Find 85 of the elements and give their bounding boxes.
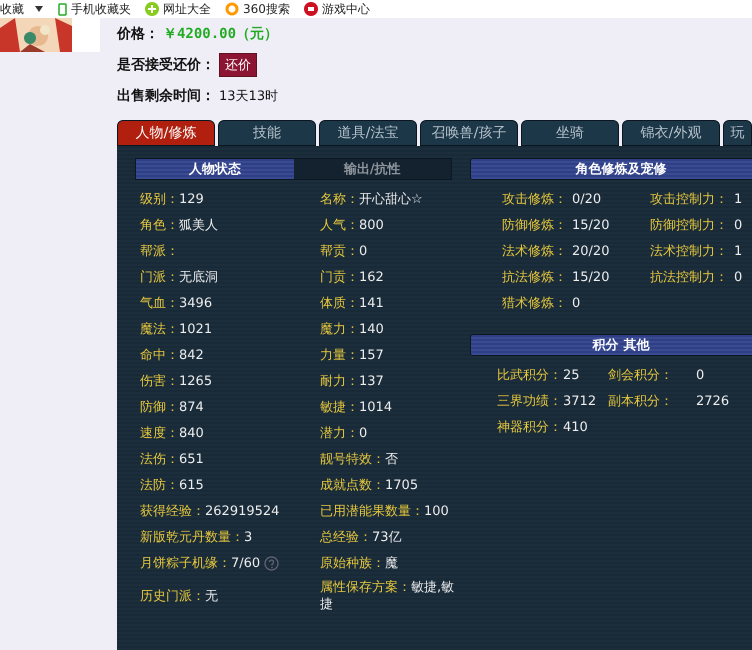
bargain-label: 是否接受还价：: [117, 56, 215, 74]
stat-label: 抗法修炼：: [502, 269, 567, 286]
tab[interactable]: 技能: [218, 120, 316, 146]
ring-icon: [225, 2, 239, 16]
stat-text: 已用潜能果数量：100: [320, 502, 449, 520]
stat-text: 属性保存方案：敏捷,敏捷: [320, 579, 455, 613]
bargain-button[interactable]: 还价: [219, 53, 257, 77]
tab[interactable]: 坐骑: [521, 120, 619, 146]
tab[interactable]: 召唤兽/孩子: [420, 120, 518, 146]
subtab[interactable]: 人物状态: [136, 159, 294, 179]
stat-value: 15/20: [572, 270, 610, 284]
stat-text: 防御：874: [140, 398, 204, 416]
stat-value: 0: [734, 218, 742, 232]
stat-text: 气血：3496: [140, 294, 212, 312]
stat-text: 新版乾元丹数量：3: [140, 528, 252, 546]
stat-text: 法防：615: [140, 476, 204, 494]
stat-text: 法伤：651: [140, 450, 204, 468]
stat-label: 猎术修炼：: [502, 295, 567, 312]
stat-label: 剑会积分：: [608, 367, 673, 384]
bookmark-link[interactable]: 游戏中心: [322, 0, 370, 18]
stat-text: 门贡：162: [320, 268, 384, 286]
stat-text: 命中：842: [140, 346, 204, 364]
stat-label: 防御控制力：: [650, 217, 728, 234]
tab[interactable]: 道具/法宝: [319, 120, 417, 146]
stat-value: 1: [734, 244, 742, 258]
stat-text: 魔力：140: [320, 320, 384, 338]
price-value: ￥4200.00（元）: [163, 25, 278, 43]
stat-text: 耐力：137: [320, 372, 384, 390]
stat-text: 历史门派：无: [140, 588, 218, 604]
bookmark-link[interactable]: 网址大全: [163, 0, 211, 18]
stat-value: 1: [734, 192, 742, 206]
stat-text: 原始种族：魔: [320, 554, 398, 572]
stat-value: 2726: [696, 394, 730, 408]
stat-text: 角色：狐美人: [140, 216, 218, 234]
stat-text: 门派：无底洞: [140, 268, 218, 286]
bookmark-link[interactable]: 手机收藏夹: [71, 0, 131, 18]
stat-value: 3712: [563, 394, 596, 408]
stat-value: 20/20: [572, 244, 610, 258]
stat-text: 敏捷：1014: [320, 398, 392, 416]
stat-text: 力量：157: [320, 346, 384, 364]
tab[interactable]: 人物/修炼: [117, 120, 215, 146]
stat-text: 人气：800: [320, 216, 384, 234]
phone-icon: [58, 2, 67, 16]
stat-text: 帮贡：0: [320, 242, 368, 260]
price-label: 价格：: [117, 25, 159, 43]
stat-label: 神器积分：: [497, 419, 562, 436]
stat-text: 潜力：0: [320, 424, 368, 442]
stat-text: 名称：开心甜心☆: [320, 190, 423, 208]
stat-label: 比武积分：: [497, 367, 562, 384]
stat-value: 0/20: [572, 192, 602, 206]
time-label: 出售剩余时间：: [117, 87, 215, 105]
stat-value: 25: [563, 368, 580, 382]
tab[interactable]: 锦衣/外观: [622, 120, 720, 146]
section-header: 角色修炼及宠修: [470, 158, 752, 180]
stat-text: 伤害：1265: [140, 372, 212, 390]
bookmark-link[interactable]: 360搜索: [243, 0, 290, 18]
bookmark-link[interactable]: 收藏: [0, 0, 24, 18]
stat-text: 帮派：: [140, 242, 179, 260]
caret-icon[interactable]: [34, 5, 44, 13]
stat-text: 速度：840: [140, 424, 204, 442]
stat-text: 靓号特效：否: [320, 450, 398, 468]
stat-label: 攻击修炼：: [502, 191, 567, 208]
stat-value: 0: [734, 270, 742, 284]
stat-label: 法术修炼：: [502, 243, 567, 260]
stat-value: 0: [572, 296, 580, 310]
help-icon[interactable]: [264, 556, 280, 570]
stat-label: 抗法控制力：: [650, 269, 728, 286]
stat-label: 法术控制力：: [650, 243, 728, 260]
stat-text: 魔法：1021: [140, 320, 212, 338]
stat-text: 获得经验：262919524: [140, 502, 280, 520]
stat-label: 副本积分：: [608, 393, 673, 410]
stat-value: 15/20: [572, 218, 610, 232]
stat-value: 0: [696, 368, 704, 382]
stat-value: 410: [563, 420, 588, 434]
stat-text: 月饼粽子机缘：7/60: [140, 554, 260, 572]
stat-text: 体质：141: [320, 294, 384, 312]
stat-text: 成就点数：1705: [320, 476, 418, 494]
time-value: 13天13时: [219, 88, 278, 105]
tab[interactable]: 玩: [723, 120, 752, 146]
stat-label: 攻击控制力：: [650, 191, 728, 208]
stat-text: 总经验：73亿: [320, 528, 402, 546]
stat-label: 防御修炼：: [502, 217, 567, 234]
stat-label: 三界功绩：: [497, 393, 562, 410]
stat-text: 级别：129: [140, 190, 204, 208]
section-header: 积分 其他: [470, 334, 752, 356]
